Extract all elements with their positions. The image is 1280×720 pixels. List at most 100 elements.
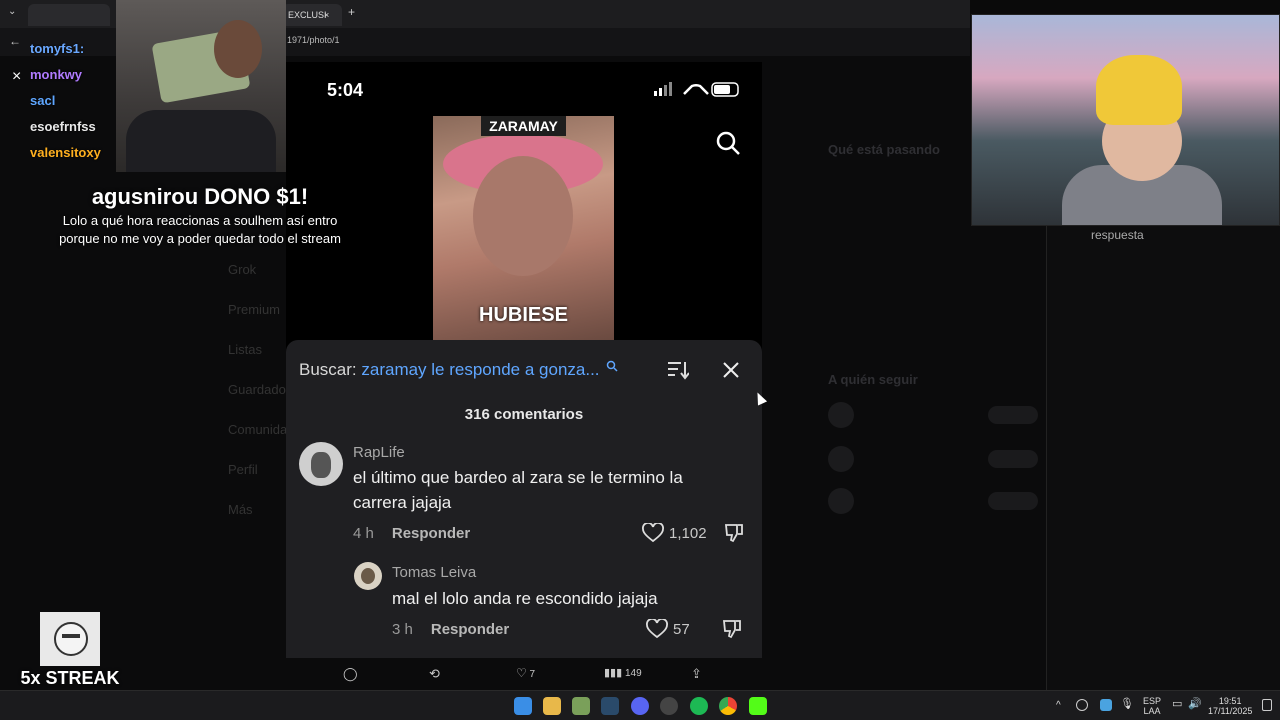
clock[interactable]: 19:51 17/11/2025 bbox=[1208, 696, 1252, 716]
views-action[interactable]: ▮▮▮ 149 bbox=[604, 666, 642, 679]
follow-button bbox=[988, 450, 1038, 468]
follow-title: A quién seguir bbox=[828, 372, 918, 387]
windows-taskbar: ^ 🎙 ESP LAA ▭ 🔊 19:51 17/11/2025 bbox=[0, 690, 1280, 720]
notifications-icon[interactable] bbox=[1262, 699, 1272, 711]
new-tab-icon[interactable]: + bbox=[348, 5, 355, 19]
comment-username[interactable]: RapLife bbox=[353, 444, 405, 461]
comment-meta: 3 h Responder bbox=[392, 621, 509, 638]
comment-meta: 4 h Responder bbox=[353, 525, 470, 542]
status-clock: 5:04 bbox=[327, 80, 364, 100]
tab-close-icon[interactable]: × bbox=[324, 4, 329, 26]
search-icon[interactable] bbox=[716, 131, 740, 155]
comment-username[interactable]: Tomas Leiva bbox=[392, 564, 476, 581]
clock-time: 19:51 bbox=[1218, 696, 1242, 706]
tray-chevron-icon[interactable]: ^ bbox=[1056, 701, 1061, 711]
close-icon[interactable] bbox=[723, 362, 739, 378]
sort-icon[interactable] bbox=[667, 360, 689, 380]
browser-tab-inactive[interactable] bbox=[28, 4, 110, 26]
comments-count: 316 comentarios bbox=[464, 406, 584, 423]
video-thumbnail[interactable]: ZARAMAY HUBIESE bbox=[433, 116, 614, 340]
donation-alert-image bbox=[116, 0, 286, 172]
webcam-feed bbox=[971, 14, 1280, 226]
language-indicator[interactable]: ESP LAA bbox=[1143, 696, 1161, 716]
donation-alert-title: agusnirou DONO $1! bbox=[91, 184, 309, 209]
back-arrow-icon[interactable]: ← bbox=[9, 34, 21, 48]
video-caption-bottom: HUBIESE bbox=[479, 304, 568, 326]
address-text[interactable]: 1971/photo/1 bbox=[287, 35, 340, 45]
discord-icon[interactable] bbox=[631, 697, 649, 715]
search-query[interactable]: zaramay le responde a gonza... bbox=[361, 360, 599, 379]
language-code: ESP bbox=[1143, 696, 1162, 706]
avatar bbox=[828, 446, 854, 472]
obs-icon[interactable] bbox=[660, 697, 678, 715]
right-panel: respuesta bbox=[1046, 226, 1280, 690]
nav-item-premium: Premium bbox=[228, 302, 281, 317]
avatar bbox=[828, 488, 854, 514]
chat-username: valensitoxy bbox=[30, 145, 101, 160]
like-action[interactable]: ♡ 7 bbox=[516, 666, 535, 680]
reply-button[interactable]: Responder bbox=[392, 525, 470, 542]
close-icon[interactable]: × bbox=[12, 68, 21, 86]
nav-item-lists: Listas bbox=[228, 342, 262, 357]
volume-icon[interactable]: 🔊 bbox=[1188, 699, 1202, 710]
nav-item-more: Más bbox=[228, 502, 253, 517]
microphone-icon[interactable]: 🎙 bbox=[1120, 699, 1134, 710]
donation-alert-message: Lolo a qué hora reaccionas a soulhem así… bbox=[0, 212, 400, 248]
clock-date: 17/11/2025 bbox=[1208, 706, 1253, 716]
retweet-icon[interactable]: ⟲ bbox=[429, 666, 440, 682]
steam-icon[interactable] bbox=[601, 697, 619, 715]
dislike-icon[interactable] bbox=[724, 523, 744, 543]
comment-text-line: carrera jajaja bbox=[353, 493, 452, 512]
donation-message-line: Lolo a qué hora reaccionas a soulhem así… bbox=[62, 213, 338, 228]
windows-start-icon[interactable] bbox=[514, 697, 532, 715]
nav-item-saved: Guardados bbox=[228, 382, 293, 397]
share-icon[interactable]: ⇪ bbox=[691, 666, 702, 682]
search-prefix: Buscar: bbox=[299, 360, 357, 379]
tweet-like-count: 7 bbox=[529, 669, 536, 680]
tweet-actions-bar: ◯ ⟲ ♡ 7 ▮▮▮ 149 ⇪ bbox=[286, 660, 762, 690]
nav-item-profile: Perfil bbox=[228, 462, 258, 477]
tab-list-chevron-icon[interactable]: ⌄ bbox=[8, 6, 16, 17]
comments-sheet: Buscar: zaramay le responde a gonza... 3… bbox=[286, 340, 762, 658]
kick-icon[interactable] bbox=[749, 697, 767, 715]
network-icon[interactable]: ▭ bbox=[1172, 699, 1182, 710]
comment-search-bar[interactable]: Buscar: zaramay le responde a gonza... bbox=[299, 360, 618, 380]
chrome-icon[interactable] bbox=[719, 697, 737, 715]
donation-message-line: porque no me voy a poder quedar todo el … bbox=[59, 231, 341, 246]
spotify-icon[interactable] bbox=[690, 697, 708, 715]
file-explorer-icon[interactable] bbox=[543, 697, 561, 715]
avatar[interactable] bbox=[299, 442, 343, 486]
browser-tab-active[interactable]: EXCLUSI × bbox=[282, 4, 342, 26]
streak-emote bbox=[40, 612, 100, 666]
comment-text: el último que bardeo al zara se le termi… bbox=[353, 465, 683, 515]
streak-label: 5x STREAK bbox=[20, 668, 120, 688]
follow-button bbox=[988, 492, 1038, 510]
video-caption-top: ZARAMAY bbox=[481, 116, 566, 136]
like-count: 1,102 bbox=[669, 525, 707, 542]
tray-app-icon[interactable] bbox=[1076, 699, 1088, 711]
like-count: 57 bbox=[673, 621, 690, 638]
comment-time: 4 h bbox=[353, 525, 374, 542]
trends-title: Qué está pasando bbox=[828, 142, 940, 157]
avatar bbox=[828, 402, 854, 428]
comment-time: 3 h bbox=[392, 621, 413, 638]
tab-title: EXCLUSI bbox=[288, 10, 327, 20]
dislike-icon[interactable] bbox=[722, 619, 742, 639]
heart-icon[interactable] bbox=[646, 619, 668, 639]
stream-chat: tomyfs1: monkwy sacl esoefrnfss valensit… bbox=[30, 36, 120, 166]
tray-app-icon[interactable] bbox=[1100, 699, 1112, 711]
avatar[interactable] bbox=[354, 562, 382, 590]
nav-item-grok: Grok bbox=[228, 262, 257, 277]
comment-bubble-icon[interactable]: ◯ bbox=[343, 666, 358, 682]
search-icon[interactable] bbox=[606, 360, 618, 372]
heart-icon: ♡ bbox=[516, 666, 527, 680]
heart-icon[interactable] bbox=[642, 523, 664, 543]
comment-text-line: el último que bardeo al zara se le termi… bbox=[353, 468, 683, 487]
keyboard-layout: LAA bbox=[1143, 706, 1161, 716]
chat-username: esoefrnfss bbox=[30, 119, 96, 134]
reply-text: respuesta bbox=[1091, 228, 1144, 242]
comment-text: mal el lolo anda re escondido jajaja bbox=[392, 589, 658, 608]
reply-button[interactable]: Responder bbox=[431, 621, 509, 638]
app-icon[interactable] bbox=[572, 697, 590, 715]
bar-chart-icon: ▮▮▮ bbox=[604, 667, 623, 679]
